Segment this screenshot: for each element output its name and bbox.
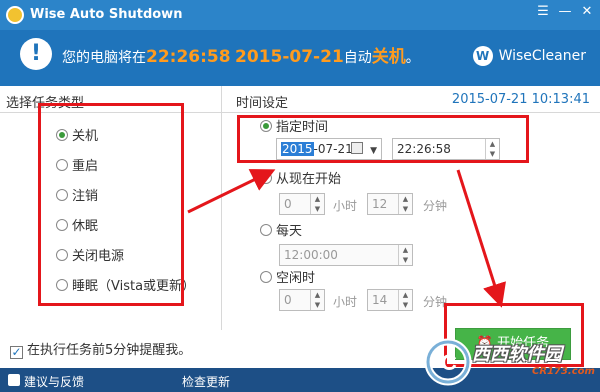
- watermark-logo-icon: C: [424, 338, 472, 386]
- watermark-url: CR173.com: [532, 366, 595, 377]
- site-watermark: C 西西软件园 CR173.com: [420, 334, 600, 390]
- remind-label: 在执行任务前5分钟提醒我。: [27, 343, 192, 358]
- arrow-to-time-box: [187, 169, 276, 214]
- feedback-link[interactable]: 建议与反馈: [24, 373, 84, 390]
- check-update-link[interactable]: 检查更新: [182, 373, 230, 390]
- watermark-logo-letter: C: [441, 350, 457, 375]
- arrow-to-start-button: [456, 169, 506, 308]
- remind-checkbox[interactable]: ✓ 在执行任务前5分钟提醒我。: [10, 339, 191, 359]
- checkbox-checked-icon: ✓: [10, 345, 23, 359]
- watermark-text: 西西软件园: [472, 344, 562, 365]
- chat-bubble-icon: [8, 374, 20, 386]
